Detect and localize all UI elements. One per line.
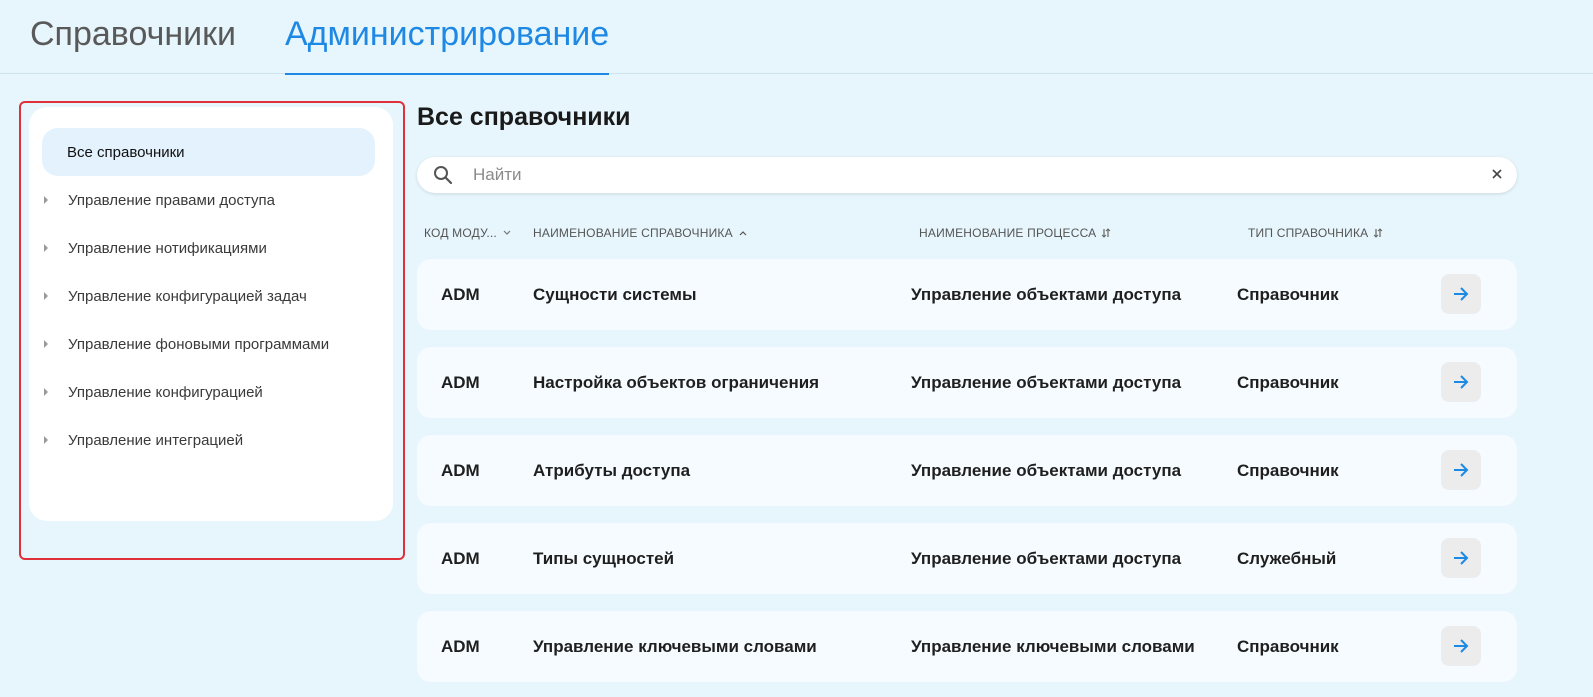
table-row[interactable]: ADM Управление ключевыми словами Управле…	[417, 611, 1517, 682]
column-header-reference-name[interactable]: НАИМЕНОВАНИЕ СПРАВОЧНИКА	[533, 226, 748, 240]
sidebar: Все справочники Управление правами досту…	[29, 107, 393, 521]
process-name-cell: Управление ключевыми словами	[911, 637, 1195, 656]
module-code-cell: ADM	[441, 637, 480, 656]
search-bar	[417, 157, 1517, 193]
sidebar-item-label: Управление конфигурацией	[68, 383, 263, 401]
table-row[interactable]: ADM Сущности системы Управление объектам…	[417, 259, 1517, 330]
module-code-cell: ADM	[441, 285, 480, 304]
column-header-label: ТИП СПРАВОЧНИКА	[1248, 226, 1369, 240]
open-row-button[interactable]	[1441, 274, 1481, 314]
sidebar-item-label: Управление нотификациями	[68, 239, 267, 257]
reference-type-cell: Справочник	[1237, 373, 1339, 392]
column-header-label: КОД МОДУ...	[424, 226, 497, 240]
sidebar-item-background-programs[interactable]: Управление фоновыми программами	[29, 320, 393, 368]
sidebar-item-all-references[interactable]: Все справочники	[42, 128, 375, 176]
reference-name-cell: Управление ключевыми словами	[533, 637, 817, 656]
module-code-cell: ADM	[441, 549, 480, 568]
open-row-button[interactable]	[1441, 538, 1481, 578]
chevron-up-icon	[739, 231, 747, 236]
column-header-module-code[interactable]: КОД МОДУ...	[424, 226, 512, 240]
sidebar-item-configuration[interactable]: Управление конфигурацией	[29, 368, 393, 416]
table-row[interactable]: ADM Атрибуты доступа Управление объектам…	[417, 435, 1517, 506]
module-code-cell: ADM	[441, 461, 480, 480]
tab-references[interactable]: Справочники	[30, 14, 236, 74]
process-name-cell: Управление объектами доступа	[911, 549, 1182, 568]
reference-type-cell: Справочник	[1237, 285, 1339, 304]
reference-name-cell: Типы сущностей	[533, 549, 675, 568]
arrow-right-icon	[1454, 287, 1469, 301]
reference-name-cell: Сущности системы	[533, 285, 697, 304]
reference-name-cell: Настройка объектов ограничения	[533, 373, 820, 392]
sort-icon	[1374, 228, 1383, 238]
arrow-right-icon	[1454, 639, 1469, 653]
column-header-reference-type[interactable]: ТИП СПРАВОЧНИКА	[1248, 226, 1383, 240]
caret-right-icon[interactable]	[44, 244, 48, 252]
caret-right-icon[interactable]	[44, 196, 48, 204]
sidebar-item-label: Управление правами доступа	[68, 191, 275, 209]
reference-type-cell: Служебный	[1237, 549, 1337, 568]
column-header-label: НАИМЕНОВАНИЕ ПРОЦЕССА	[919, 226, 1097, 240]
sidebar-item-label: Управление интеграцией	[68, 431, 244, 449]
open-row-button[interactable]	[1441, 450, 1481, 490]
search-input[interactable]	[473, 163, 1433, 187]
sidebar-item-notifications[interactable]: Управление нотификациями	[29, 224, 393, 272]
close-icon[interactable]	[1487, 164, 1507, 184]
arrow-right-icon	[1454, 463, 1469, 477]
process-name-cell: Управление объектами доступа	[911, 373, 1182, 392]
chevron-down-icon	[503, 230, 511, 235]
caret-right-icon[interactable]	[44, 292, 48, 300]
process-name-cell: Управление объектами доступа	[911, 285, 1182, 304]
sidebar-item-access-rights[interactable]: Управление правами доступа	[29, 176, 393, 224]
table-row[interactable]: ADM Типы сущностей Управление объектами …	[417, 523, 1517, 594]
reference-type-cell: Справочник	[1237, 461, 1339, 480]
open-row-button[interactable]	[1441, 362, 1481, 402]
sidebar-item-integration[interactable]: Управление интеграцией	[29, 416, 393, 464]
tab-administration[interactable]: Администрирование	[285, 14, 610, 75]
sort-icon	[1102, 228, 1111, 238]
sidebar-item-label: Управление конфигурацией задач	[68, 287, 307, 305]
caret-right-icon[interactable]	[44, 436, 48, 444]
table-row[interactable]: ADM Настройка объектов ограничения Управ…	[417, 347, 1517, 418]
open-row-button[interactable]	[1441, 626, 1481, 666]
column-header-label: НАИМЕНОВАНИЕ СПРАВОЧНИКА	[533, 226, 733, 240]
module-code-cell: ADM	[441, 373, 480, 392]
page-title: Все справочники	[417, 103, 631, 131]
process-name-cell: Управление объектами доступа	[911, 461, 1182, 480]
caret-right-icon[interactable]	[44, 340, 48, 348]
top-navigation: Справочники Администрирование	[0, 0, 1593, 75]
search-icon	[433, 165, 453, 190]
sidebar-item-task-config[interactable]: Управление конфигурацией задач	[29, 272, 393, 320]
arrow-right-icon	[1454, 375, 1469, 389]
caret-right-icon[interactable]	[44, 388, 48, 396]
reference-type-cell: Справочник	[1237, 637, 1339, 656]
arrow-right-icon	[1454, 551, 1469, 565]
sidebar-item-label: Все справочники	[67, 143, 185, 161]
column-header-process-name[interactable]: НАИМЕНОВАНИЕ ПРОЦЕССА	[919, 226, 1111, 240]
sidebar-item-label: Управление фоновыми программами	[68, 335, 330, 353]
reference-name-cell: Атрибуты доступа	[533, 461, 691, 480]
